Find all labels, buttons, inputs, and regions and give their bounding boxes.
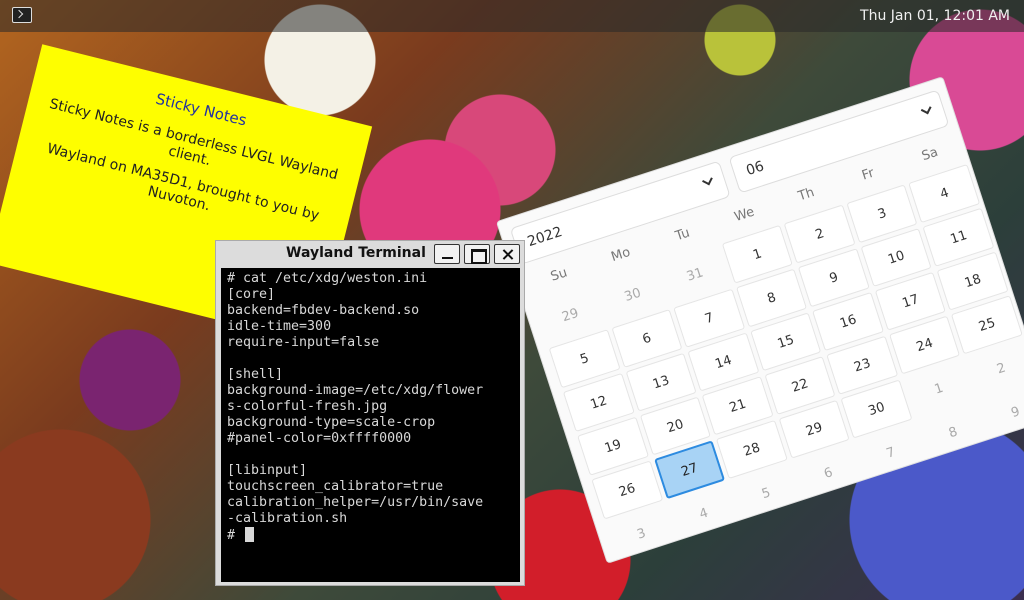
text-cursor	[245, 527, 255, 542]
weekday-label: Mo	[609, 244, 633, 266]
calendar-panel: 2022 06 Su Mo Tu We Th Fr Sa 29 30 31 1 2 3 4 5 6 7 8 9 10…	[495, 76, 1024, 564]
chevron-down-icon	[920, 103, 932, 115]
maximize-button[interactable]	[464, 244, 490, 264]
terminal-icon[interactable]	[12, 7, 32, 23]
panel-clock: Thu Jan 01, 12:01 AM	[860, 8, 1010, 24]
terminal-line: touchscreen_calibrator=true	[227, 479, 444, 494]
terminal-output[interactable]: # cat /etc/xdg/weston.ini [core] backend=f…	[221, 268, 520, 582]
terminal-line: calibration_helper=/usr/bin/save	[227, 495, 484, 510]
terminal-line: require-input=false	[227, 335, 380, 350]
terminal-line: [shell]	[227, 367, 284, 382]
weekday-label: Sa	[919, 144, 940, 165]
terminal-line: #	[227, 527, 514, 543]
terminal-line: [libinput]	[227, 463, 308, 478]
top-panel: Thu Jan 01, 12:01 AM	[0, 0, 1024, 32]
weekday-label: Su	[548, 265, 570, 285]
terminal-line: [core]	[227, 287, 276, 302]
minimize-button[interactable]	[434, 244, 460, 264]
weekday-label: We	[732, 204, 757, 226]
terminal-line: background-type=scale-crop	[227, 415, 436, 430]
terminal-line: s-colorful-fresh.jpg	[227, 399, 388, 414]
window-title: Wayland Terminal	[286, 245, 426, 261]
terminal-line: idle-time=300	[227, 319, 332, 334]
terminal-window[interactable]: Wayland Terminal # cat /etc/xdg/weston.i…	[215, 240, 525, 586]
weekday-label: Th	[796, 185, 817, 205]
terminal-line: -calibration.sh	[227, 511, 348, 526]
calendar-widget: 2022 06 Su Mo Tu We Th Fr Sa 29 30 31 1 2 3 4 5 6 7 8 9 10…	[495, 76, 1024, 564]
terminal-line: #panel-color=0xffff0000	[227, 431, 412, 446]
terminal-line: backend=fbdev-backend.so	[227, 303, 420, 318]
weekday-label: Tu	[673, 225, 692, 245]
close-button[interactable]	[494, 244, 520, 264]
terminal-line: background-image=/etc/xdg/flower	[227, 383, 484, 398]
chevron-down-icon	[702, 174, 713, 186]
weekday-label: Fr	[860, 165, 877, 184]
year-value: 2022	[525, 223, 565, 251]
terminal-line: # cat /etc/xdg/weston.ini	[227, 271, 428, 286]
month-value: 06	[744, 158, 767, 180]
